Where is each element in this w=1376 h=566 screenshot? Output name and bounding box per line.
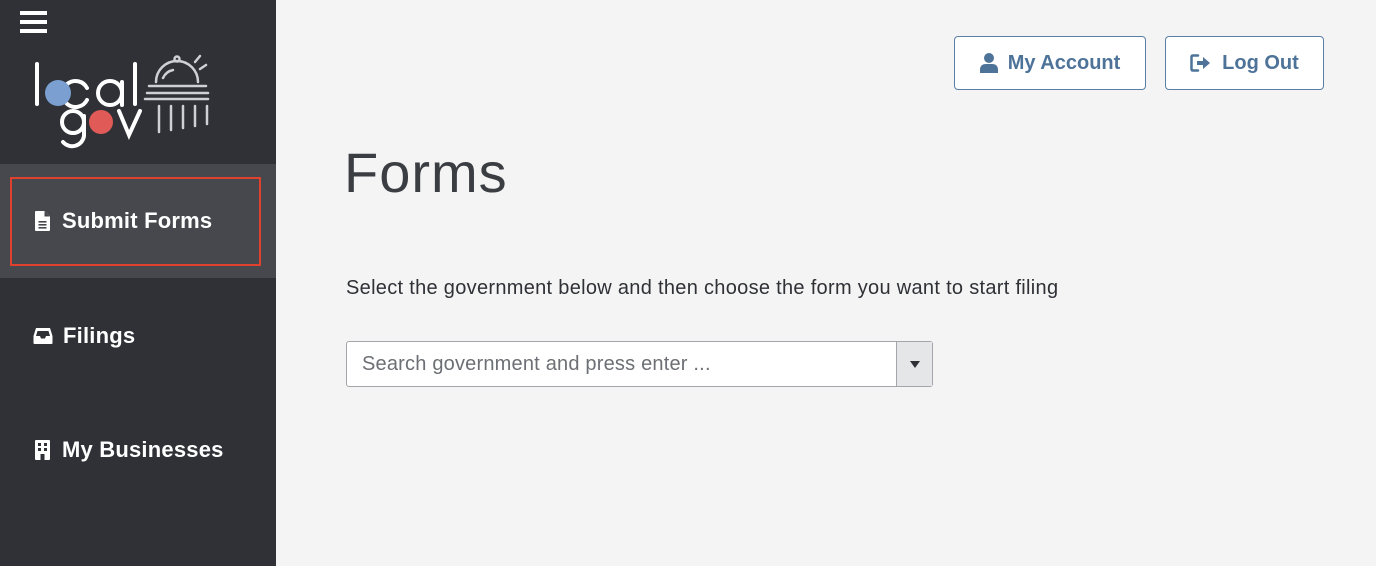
- bell-icon: [143, 54, 210, 134]
- sidebar-item-my-businesses[interactable]: My Businesses: [0, 393, 276, 507]
- hamburger-icon[interactable]: [20, 11, 48, 35]
- sign-out-icon: [1190, 54, 1212, 72]
- caret-down-icon: [909, 360, 920, 368]
- file-icon: [32, 210, 52, 232]
- inbox-icon: [33, 325, 53, 347]
- user-icon: [979, 53, 998, 73]
- building-icon: [32, 439, 52, 461]
- dropdown-toggle[interactable]: [896, 342, 932, 386]
- localgov-logo[interactable]: local gov: [32, 54, 212, 150]
- sidebar: local gov Submit Forms Filings: [0, 0, 276, 566]
- sidebar-item-filings[interactable]: Filings: [0, 279, 276, 393]
- government-search: [346, 341, 933, 387]
- my-account-label: My Account: [1007, 51, 1121, 74]
- sidebar-item-label: My Businesses: [62, 437, 224, 462]
- government-search-input[interactable]: [347, 342, 896, 386]
- log-out-button[interactable]: Log Out: [1165, 36, 1324, 90]
- sidebar-item-label: Filings: [63, 323, 136, 348]
- my-account-button[interactable]: My Account: [954, 36, 1146, 90]
- instruction-text: Select the government below and then cho…: [346, 277, 1059, 299]
- sidebar-item-label: Submit Forms: [62, 208, 213, 233]
- log-out-label: Log Out: [1222, 51, 1299, 74]
- page-title: Forms: [344, 141, 508, 204]
- sidebar-item-submit-forms[interactable]: Submit Forms: [0, 164, 276, 278]
